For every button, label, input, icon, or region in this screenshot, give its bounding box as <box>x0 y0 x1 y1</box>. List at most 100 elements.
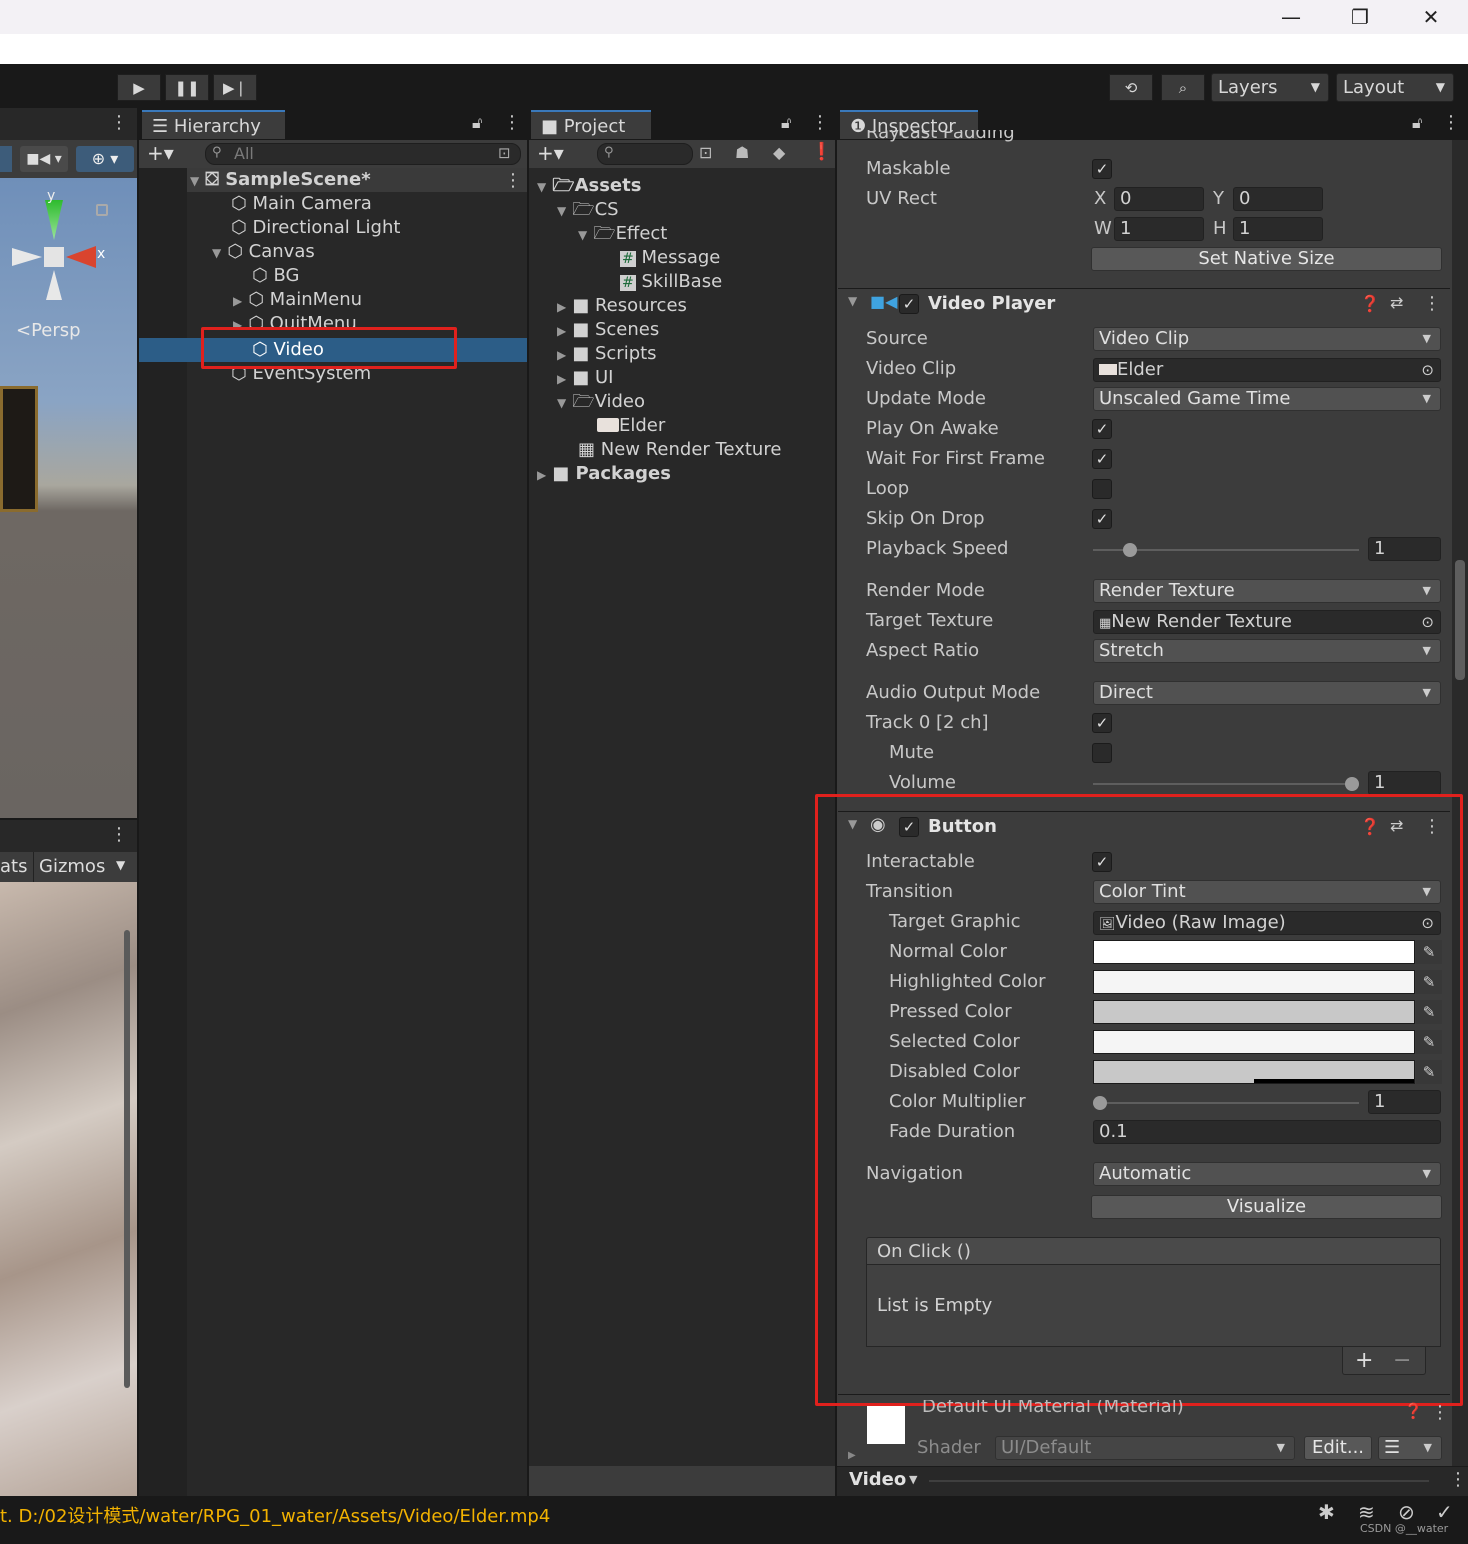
preview-title[interactable]: Video <box>849 1469 906 1490</box>
lock-icon[interactable]: 🔓︎ <box>1412 113 1422 133</box>
bug-icon[interactable]: ✱ <box>1318 1500 1335 1524</box>
expand-arrow-icon[interactable]: ▶ <box>233 294 242 308</box>
project-search-input[interactable]: ⚲ <box>597 143 693 165</box>
render-mode-dropdown[interactable]: Render Texture ▼ <box>1093 579 1441 603</box>
scene-visibility-icon[interactable]: ⊡ <box>498 144 511 162</box>
audio-output-mode-dropdown[interactable]: Direct ▼ <box>1093 681 1441 705</box>
play-on-awake-checkbox[interactable]: ✓ <box>1092 419 1112 439</box>
mute-checkbox[interactable] <box>1092 743 1112 763</box>
gizmo-center[interactable] <box>44 247 64 267</box>
lock-icon[interactable]: 🔓︎ <box>781 113 791 133</box>
help-icon[interactable]: ❓ <box>1404 1402 1423 1420</box>
minimize-button[interactable]: — <box>1268 0 1314 34</box>
tag-icon[interactable]: ◆ <box>773 143 785 162</box>
aspect-ratio-dropdown[interactable]: Stretch ▼ <box>1093 639 1441 663</box>
maskable-checkbox[interactable]: ✓ <box>1092 159 1112 179</box>
loop-checkbox[interactable] <box>1092 479 1112 499</box>
layers-dropdown[interactable]: Layers ▼ <box>1211 73 1329 102</box>
video-player-header[interactable]: ▼ ■◀ ✓ Video Player ❓ ⇄ ⋮ <box>838 288 1450 320</box>
expand-arrow-icon[interactable]: ▶ <box>557 348 566 362</box>
volume-slider-knob[interactable] <box>1345 777 1359 791</box>
track-checkbox[interactable]: ✓ <box>1092 713 1112 733</box>
scene-menu-icon[interactable]: ⋮ <box>110 112 128 133</box>
add-icon[interactable]: +▾ <box>537 141 564 165</box>
uv-x-field[interactable]: 0 <box>1114 187 1204 211</box>
project-item-cs[interactable]: ▼ 🗁︎CS <box>557 198 619 222</box>
gizmos-toggle[interactable]: Gizmos <box>39 856 105 877</box>
close-button[interactable]: ✕ <box>1408 0 1454 34</box>
camera-dropdown[interactable]: ■◀ ▾ <box>20 146 68 172</box>
stats-toggle[interactable]: ats <box>0 856 27 877</box>
chevron-down-icon[interactable]: ▼ <box>116 858 125 872</box>
target-texture-field[interactable]: ▦New Render Texture ⊙ <box>1093 610 1441 634</box>
hierarchy-item-mainmenu[interactable]: ▶ ⬡ MainMenu <box>233 288 362 312</box>
play-button[interactable]: ▶ <box>117 74 161 101</box>
menu-icon[interactable]: ⋮ <box>504 170 522 191</box>
step-button[interactable]: ▶❘ <box>213 74 257 101</box>
game-viewport[interactable] <box>0 882 137 1496</box>
video-player-enabled-checkbox[interactable]: ✓ <box>899 294 919 314</box>
hierarchy-search-input[interactable]: ⚲ All ⊡ <box>205 143 521 165</box>
game-menu-icon[interactable]: ⋮ <box>110 824 128 845</box>
expand-arrow-icon[interactable]: ▶ <box>557 300 566 314</box>
search-button[interactable]: ⌕ <box>1161 74 1205 101</box>
hierarchy-item-directional-light[interactable]: ⬡ Directional Light <box>231 216 400 240</box>
cache-icon[interactable]: ≋ <box>1358 1500 1375 1524</box>
playback-speed-field[interactable]: 1 <box>1368 537 1441 561</box>
object-picker-icon[interactable]: ⊙ <box>1421 611 1434 633</box>
expand-arrow-icon[interactable]: ▼ <box>557 396 566 410</box>
gizmo-toggle[interactable]: ⊕ ▾ <box>76 146 134 172</box>
expand-arrow-icon[interactable]: ▶ <box>557 324 566 338</box>
project-item-message[interactable]: # Message <box>620 246 720 270</box>
help-icon[interactable]: ❓ <box>1360 294 1380 313</box>
status-message[interactable]: t. D:/02设计模式/water/RPG_01_water/Assets/V… <box>0 1502 550 1528</box>
preview-splitter[interactable] <box>929 1480 1429 1482</box>
project-item-new-render-texture[interactable]: ▦ New Render Texture <box>578 438 781 462</box>
chevron-right-icon[interactable]: ▶ <box>848 1450 856 1461</box>
lock-icon[interactable]: 🔓︎ <box>472 113 482 133</box>
chevron-down-icon[interactable]: ▼ <box>848 294 857 308</box>
menu-icon[interactable]: ⋮ <box>811 112 829 133</box>
menu-icon[interactable]: ⋮ <box>1449 1469 1467 1490</box>
project-item-assets[interactable]: ▼ 🗁︎Assets <box>537 174 641 198</box>
project-item-video[interactable]: ▼ 🗁︎Video <box>557 390 645 414</box>
game-scrollbar[interactable] <box>124 930 130 1388</box>
uv-h-field[interactable]: 1 <box>1233 217 1323 241</box>
layout-dropdown[interactable]: Layout ▼ <box>1336 73 1454 102</box>
uv-y-field[interactable]: 0 <box>1233 187 1323 211</box>
shader-options-dropdown[interactable]: ☰ ▼ <box>1378 1436 1442 1460</box>
material-preview[interactable] <box>867 1406 905 1444</box>
chevron-down-icon[interactable]: ▼ <box>909 1473 917 1486</box>
search-by-label-icon[interactable]: ☗ <box>735 143 749 162</box>
persp-label[interactable]: <Persp <box>16 320 81 341</box>
tab-hierarchy[interactable]: ☰ Hierarchy <box>142 110 285 139</box>
video-clip-field[interactable]: Elder ⊙ <box>1093 358 1441 382</box>
expand-arrow-icon[interactable]: ▼ <box>212 246 221 260</box>
menu-icon[interactable]: ⋮ <box>1442 112 1460 133</box>
project-item-effect[interactable]: ▼ 🗁︎Effect <box>578 222 667 246</box>
project-item-skillbase[interactable]: # SkillBase <box>620 270 722 294</box>
maximize-button[interactable]: ❐ <box>1337 0 1383 34</box>
expand-arrow-icon[interactable]: ▼ <box>557 204 566 218</box>
hierarchy-item-canvas[interactable]: ▼ ⬡ Canvas <box>212 240 315 264</box>
preset-icon[interactable]: ⇄ <box>1390 293 1403 312</box>
volume-field[interactable]: 1 <box>1368 771 1441 795</box>
project-item-resources[interactable]: ▶ ■ Resources <box>557 294 687 318</box>
warning-icon[interactable]: ❗ <box>811 142 832 162</box>
project-item-packages[interactable]: ▶ ■ Packages <box>537 462 671 486</box>
scene-tool-icon[interactable] <box>0 146 12 172</box>
source-dropdown[interactable]: Video Clip ▼ <box>1093 327 1441 351</box>
y-axis-handle[interactable] <box>45 200 63 240</box>
hierarchy-item-bg[interactable]: ⬡ BG <box>252 264 299 288</box>
set-native-size-button[interactable]: Set Native Size <box>1091 247 1442 271</box>
edit-shader-button[interactable]: Edit... <box>1304 1436 1372 1460</box>
network-icon[interactable]: ⊘ <box>1398 1500 1415 1524</box>
uv-w-field[interactable]: 1 <box>1114 217 1204 241</box>
project-item-scenes[interactable]: ▶ ■ Scenes <box>557 318 659 342</box>
check-icon[interactable]: ✓ <box>1436 1500 1453 1524</box>
project-item-scripts[interactable]: ▶ ■ Scripts <box>557 342 657 366</box>
hierarchy-item-samplescene[interactable]: ▼ ⛋ SampleScene* <box>190 168 371 192</box>
shader-dropdown[interactable]: UI/Default ▼ <box>995 1436 1295 1460</box>
add-icon[interactable]: +▾ <box>147 141 174 165</box>
history-button[interactable]: ⟲ <box>1109 74 1153 101</box>
